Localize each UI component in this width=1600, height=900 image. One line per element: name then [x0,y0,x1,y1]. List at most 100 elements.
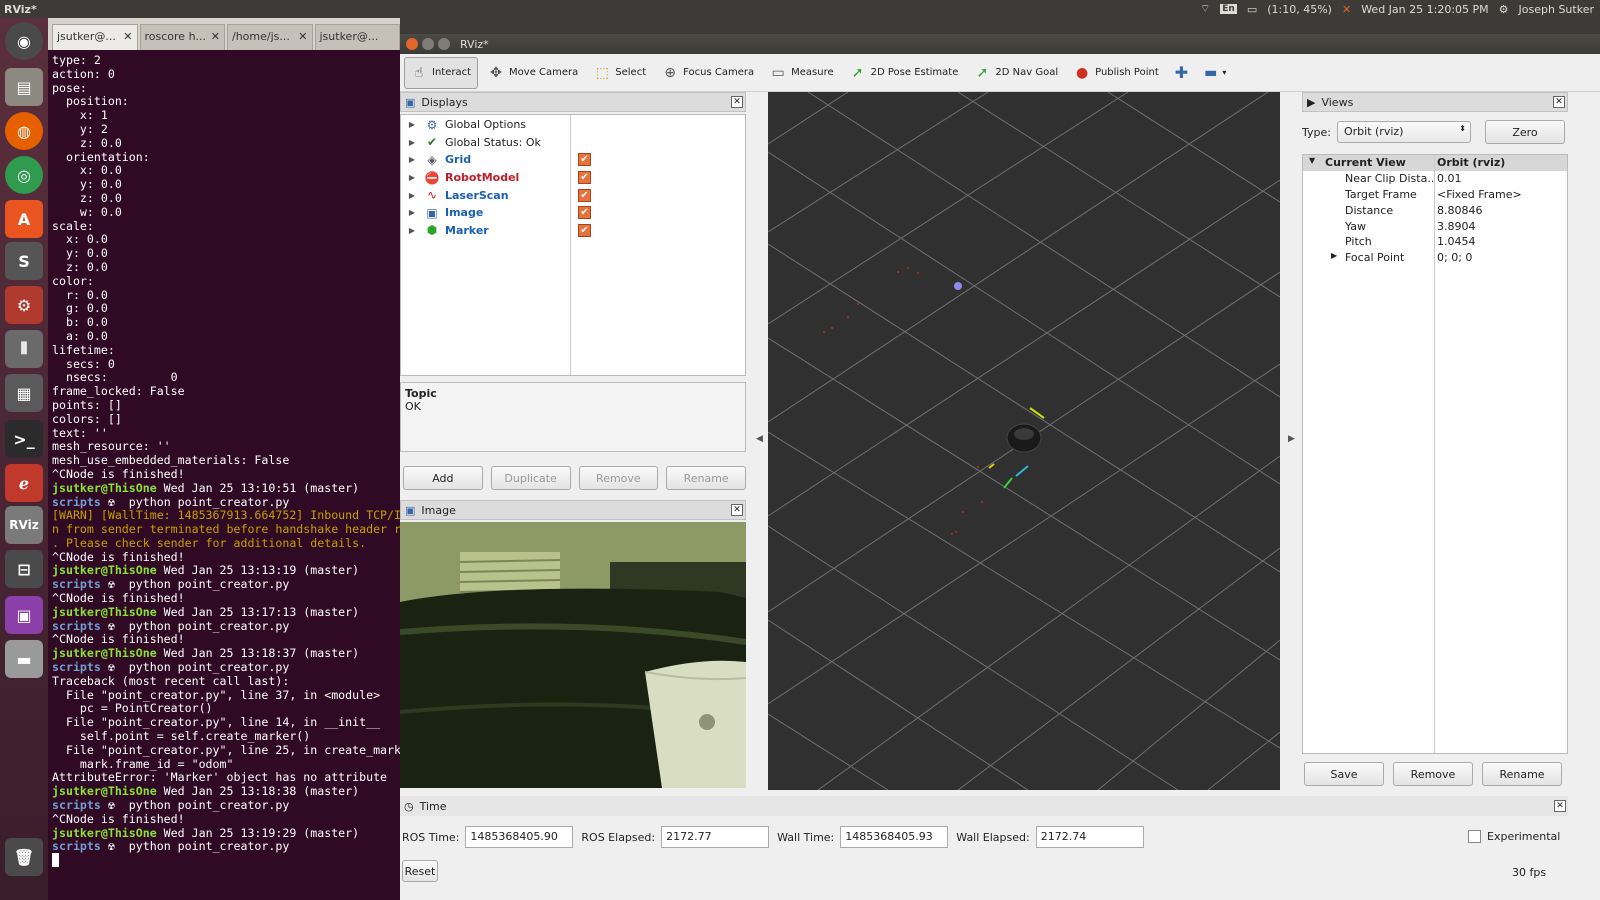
close-icon[interactable]: ✕ [1554,800,1566,812]
tool-interact[interactable]: ☝ Interact [404,56,479,89]
close-icon[interactable]: ✕ [1553,96,1565,108]
remove-display-button[interactable]: Remove [578,466,659,490]
drive-icon[interactable]: ▬ [5,640,43,678]
terminal-tab-4[interactable]: jsutker@... [314,24,400,50]
equalizer-icon[interactable]: ⫴ [5,330,43,368]
current-view-row[interactable]: ▼ Current View Orbit (rviz) [1303,155,1567,171]
experimental-toggle[interactable]: Experimental [1468,830,1560,843]
display-item-grid[interactable]: ▶ ◈ Grid ✔ [401,151,745,169]
tool-publish-point[interactable]: ● Publish Point [1068,57,1165,89]
evince-icon[interactable]: ℯ [5,464,43,502]
close-icon[interactable]: ✕ [731,504,743,516]
user-name[interactable]: Joseph Sutker [1519,3,1594,16]
view-property-row[interactable]: Distance 8.80846 [1303,202,1567,218]
display-enabled-checkbox[interactable]: ✔ [578,206,591,220]
rename-display-button[interactable]: Rename [666,466,746,490]
experimental-checkbox[interactable] [1468,830,1481,843]
display-enabled-checkbox[interactable]: ✔ [578,188,591,202]
view-type-select[interactable]: Orbit (rviz) ⬍ [1336,121,1471,143]
expand-arrow-icon[interactable]: ▶ [401,120,423,129]
ros-time-field[interactable]: 1485368405.90 [465,826,574,848]
dash-icon[interactable]: ◉ [5,22,43,60]
add-tool-plus-icon[interactable]: ✚ [1169,57,1194,89]
session-gear-icon[interactable]: ⚙ [1499,3,1509,16]
measure-icon: ▭ [771,64,785,81]
window-maximize-icon[interactable] [438,38,450,50]
files-icon[interactable]: ▤ [5,68,43,106]
battery-icon[interactable]: ▭ [1247,3,1257,16]
rviz-icon[interactable]: RViz [5,506,43,544]
window-close-icon[interactable] [406,38,418,50]
expand-arrow-icon[interactable]: ▶ [401,138,423,147]
expand-arrow-icon[interactable]: ▶ [401,208,423,217]
terminal-output[interactable]: type: 2 action: 0 pose: position: x: 1 y: … [48,50,400,900]
add-display-button[interactable]: Add [403,466,483,490]
view-property-row[interactable]: Near Clip Dista... 0.01 [1303,171,1567,187]
display-item-laserscan[interactable]: ▶ ∿ LaserScan ✔ [401,186,745,204]
close-icon[interactable]: ✕ [298,30,307,45]
tool-2d-pose-estimate[interactable]: ➚ 2D Pose Estimate [844,57,965,89]
remove-tool-minus-icon[interactable]: ▬ ▾ [1198,57,1232,89]
workspaces-switcher-icon[interactable]: ▣ [5,596,43,634]
display-item-robotmodel[interactable]: ▶ ⛔ RobotModel ✔ [401,169,745,187]
camera-image [400,522,746,788]
time-panel: ◷ Time ✕ ROS Time: 1485368405.90 ROS Ela… [400,796,1568,900]
clock[interactable]: Wed Jan 25 1:20:05 PM [1361,3,1488,16]
tool-move-camera[interactable]: ✥ Move Camera [482,57,584,89]
tool-focus-camera[interactable]: ⊕ Focus Camera [656,57,760,89]
tool-select[interactable]: ⬚ Select [588,57,652,89]
display-enabled-checkbox[interactable]: ✔ [578,153,591,167]
expand-arrow-icon[interactable]: ▶ [401,155,423,164]
close-icon[interactable]: ✕ [123,30,132,45]
terminal-tab-1[interactable]: jsutker@... ✕ [52,24,138,50]
collapse-right-arrow-icon[interactable]: ▶ [1288,434,1295,444]
terminal-tab-2[interactable]: roscore h... ✕ [139,24,225,50]
display-item-global-options[interactable]: ▶ ⚙ Global Options [401,116,745,134]
rename-view-button[interactable]: Rename [1482,762,1562,786]
collapse-left-arrow-icon[interactable]: ◀ [756,434,763,444]
window-minimize-icon[interactable] [422,38,434,50]
view-property-row[interactable]: Yaw 3.8904 [1303,218,1567,234]
expand-arrow-icon[interactable]: ▶ [401,226,423,235]
close-icon[interactable]: ✕ [211,30,220,45]
remove-view-button[interactable]: Remove [1393,762,1473,786]
workspace-icon[interactable]: ⊟ [5,550,43,588]
battery-status[interactable]: (1:10, 45%) [1267,3,1332,16]
trash-icon[interactable]: 🗑 [5,838,43,876]
display-item-image[interactable]: ▶ ▣ Image ✔ [401,204,745,222]
wall-elapsed-field[interactable]: 2172.74 [1035,826,1144,848]
wifi-icon[interactable]: ⌔ [1200,2,1210,16]
ros-elapsed-field[interactable]: 2172.77 [661,826,770,848]
save-view-button[interactable]: Save [1304,762,1384,786]
display-item-marker[interactable]: ▶ ⬢ Marker ✔ [401,222,745,240]
software-center-icon[interactable]: A [5,200,43,238]
expanded-arrow-icon[interactable]: ▼ [1309,156,1315,165]
keyboard-layout-indicator[interactable]: En [1220,4,1237,14]
tool-measure[interactable]: ▭ Measure [764,57,840,89]
terminal-icon[interactable]: >_ [5,420,43,458]
rviz-titlebar: RViz* [400,34,1600,54]
sublime-icon[interactable]: S [5,242,43,280]
view-property-row[interactable]: ▶ Focal Point 0; 0; 0 [1303,250,1567,266]
settings-icon[interactable]: ⚙ [5,286,43,324]
zero-button[interactable]: Zero [1484,120,1565,144]
expand-arrow-icon[interactable]: ▶ [401,191,423,200]
display-item-global-status-ok[interactable]: ▶ ✔ Global Status: Ok [401,134,745,152]
duplicate-display-button[interactable]: Duplicate [490,466,571,490]
firefox-icon[interactable]: ◍ [5,112,43,150]
view-property-row[interactable]: Pitch 1.0454 [1303,234,1567,250]
expand-arrow-icon[interactable]: ▶ [401,173,423,182]
3d-viewport[interactable] [768,92,1280,790]
display-enabled-checkbox[interactable]: ✔ [578,223,591,237]
reset-button[interactable]: Reset [402,860,438,882]
view-property-row[interactable]: Target Frame <Fixed Frame> [1303,187,1567,203]
terminal-tab-3[interactable]: /home/js... ✕ [227,24,313,50]
chrome-icon[interactable]: ◎ [5,156,43,194]
collapsed-arrow-icon[interactable]: ▶ [1331,251,1337,260]
wall-time-field[interactable]: 1485368405.93 [840,826,949,848]
close-icon[interactable]: ✕ [731,96,743,108]
calculator-icon[interactable]: ▦ [5,374,43,412]
tool-2d-nav-goal[interactable]: ➚ 2D Nav Goal [968,57,1064,89]
display-enabled-checkbox[interactable]: ✔ [578,171,591,185]
sound-muted-icon[interactable]: ✕ [1342,3,1351,16]
